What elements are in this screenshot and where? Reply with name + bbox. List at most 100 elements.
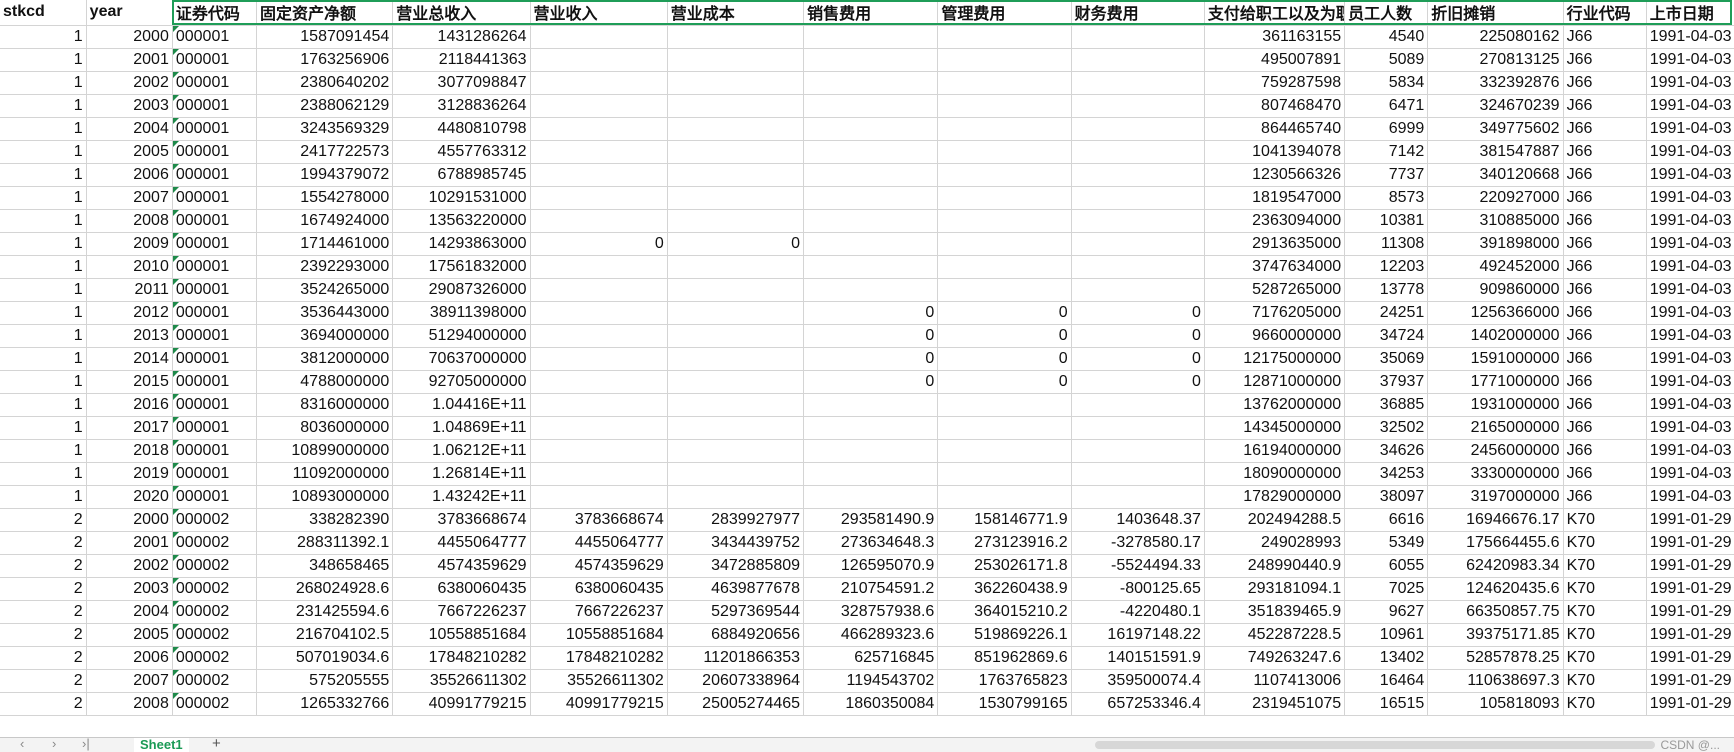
cell[interactable] [1071,255,1205,279]
cell[interactable] [803,232,939,256]
cell[interactable]: 35526611302 [392,669,531,693]
column-header[interactable]: stkcd [0,0,87,26]
cell[interactable]: 000001 [172,163,258,187]
cell[interactable] [937,278,1072,302]
cell[interactable]: 1991-04-03 [1646,209,1734,233]
cell[interactable]: 1991-01-29 [1646,554,1734,578]
cell[interactable] [937,140,1072,164]
cell[interactable]: 2003 [86,94,173,118]
cell[interactable]: 10381 [1344,209,1429,233]
cell[interactable] [667,163,805,187]
cell[interactable]: 1991-01-29 [1646,692,1734,716]
cell[interactable]: 2005 [86,623,173,647]
cell[interactable]: K70 [1563,554,1647,578]
cell[interactable]: 34253 [1344,462,1429,486]
cell[interactable] [803,416,939,440]
cell[interactable]: 000001 [172,117,258,141]
cell[interactable]: 361163155 [1204,25,1346,49]
cell[interactable]: 364015210.2 [937,600,1072,624]
cell[interactable]: 452287228.5 [1204,623,1346,647]
cell[interactable]: 6616 [1344,508,1429,532]
cell[interactable]: 293181094.1 [1204,577,1346,601]
cell[interactable] [803,163,939,187]
cell[interactable]: 000001 [172,25,258,49]
cell[interactable]: 1 [0,278,87,302]
cell[interactable]: 7142 [1344,140,1429,164]
cell[interactable] [1071,71,1205,95]
cell[interactable]: 2013 [86,324,173,348]
cell[interactable] [1071,485,1205,509]
cell[interactable]: 1763256906 [256,48,394,72]
column-header[interactable]: 行业代码 [1563,0,1647,26]
cell[interactable]: 4574359629 [530,554,668,578]
cell[interactable]: 2007 [86,669,173,693]
cell[interactable]: 35069 [1344,347,1429,371]
cell[interactable] [667,117,805,141]
cell[interactable]: 0 [937,347,1072,371]
cell[interactable]: 1991-04-03 [1646,439,1734,463]
cell[interactable]: 13563220000 [392,209,531,233]
cell[interactable]: 000002 [172,600,258,624]
cell[interactable] [530,393,668,417]
cell[interactable]: 124620435.6 [1427,577,1564,601]
cell[interactable]: 12203 [1344,255,1429,279]
column-header[interactable]: 上市日期 [1646,0,1734,26]
sheet-tab-sheet1[interactable]: Sheet1 [134,738,189,752]
cell[interactable]: 1763765823 [937,669,1072,693]
cell[interactable]: 3783668674 [392,508,531,532]
cell[interactable]: 2 [0,692,87,716]
cell[interactable]: J66 [1563,462,1647,486]
cell[interactable]: 6380060435 [530,577,668,601]
cell[interactable]: 1991-01-29 [1646,508,1734,532]
cell[interactable]: 17848210282 [392,646,531,670]
cell[interactable]: 1991-01-29 [1646,531,1734,555]
cell[interactable]: 575205555 [256,669,394,693]
cell[interactable]: 1991-01-29 [1646,623,1734,647]
cell[interactable]: 16515 [1344,692,1429,716]
cell[interactable]: 126595070.9 [803,554,939,578]
cell[interactable]: 310885000 [1427,209,1564,233]
cell[interactable]: 4455064777 [530,531,668,555]
cell[interactable]: J66 [1563,347,1647,371]
cell[interactable]: 220927000 [1427,186,1564,210]
cell[interactable]: 2005 [86,140,173,164]
cell[interactable]: J66 [1563,232,1647,256]
cell[interactable]: 000002 [172,692,258,716]
cell[interactable]: 6471 [1344,94,1429,118]
cell[interactable]: 2913635000 [1204,232,1346,256]
cell[interactable] [937,485,1072,509]
cell[interactable]: 0 [1071,347,1205,371]
cell[interactable]: 2015 [86,370,173,394]
cell[interactable]: 2417722573 [256,140,394,164]
cell[interactable]: 2006 [86,646,173,670]
cell[interactable]: J66 [1563,48,1647,72]
cell[interactable]: 4788000000 [256,370,394,394]
column-header[interactable]: 销售费用 [803,0,939,26]
cell[interactable]: 0 [530,232,668,256]
cell[interactable]: 625716845 [803,646,939,670]
cell[interactable]: 37937 [1344,370,1429,394]
cell[interactable]: 2 [0,531,87,555]
cell[interactable]: J66 [1563,117,1647,141]
cell[interactable]: 268024928.6 [256,577,394,601]
cell[interactable]: 1107413006 [1204,669,1346,693]
cell[interactable]: 39375171.85 [1427,623,1564,647]
cell[interactable] [667,416,805,440]
cell[interactable] [530,186,668,210]
cell[interactable]: 3128836264 [392,94,531,118]
cell[interactable]: 2 [0,646,87,670]
cell[interactable]: 231425594.6 [256,600,394,624]
cell[interactable]: 1 [0,117,87,141]
cell[interactable] [803,71,939,95]
cell[interactable]: -3278580.17 [1071,531,1205,555]
cell[interactable]: 8316000000 [256,393,394,417]
cell[interactable]: 175664455.6 [1427,531,1564,555]
cell[interactable]: 1991-04-03 [1646,140,1734,164]
cell[interactable] [667,25,805,49]
cell[interactable]: 2009 [86,232,173,256]
cell[interactable]: 1991-04-03 [1646,370,1734,394]
cell[interactable]: 4639877678 [667,577,805,601]
cell[interactable]: 10899000000 [256,439,394,463]
cell[interactable] [530,278,668,302]
cell[interactable]: 92705000000 [392,370,531,394]
